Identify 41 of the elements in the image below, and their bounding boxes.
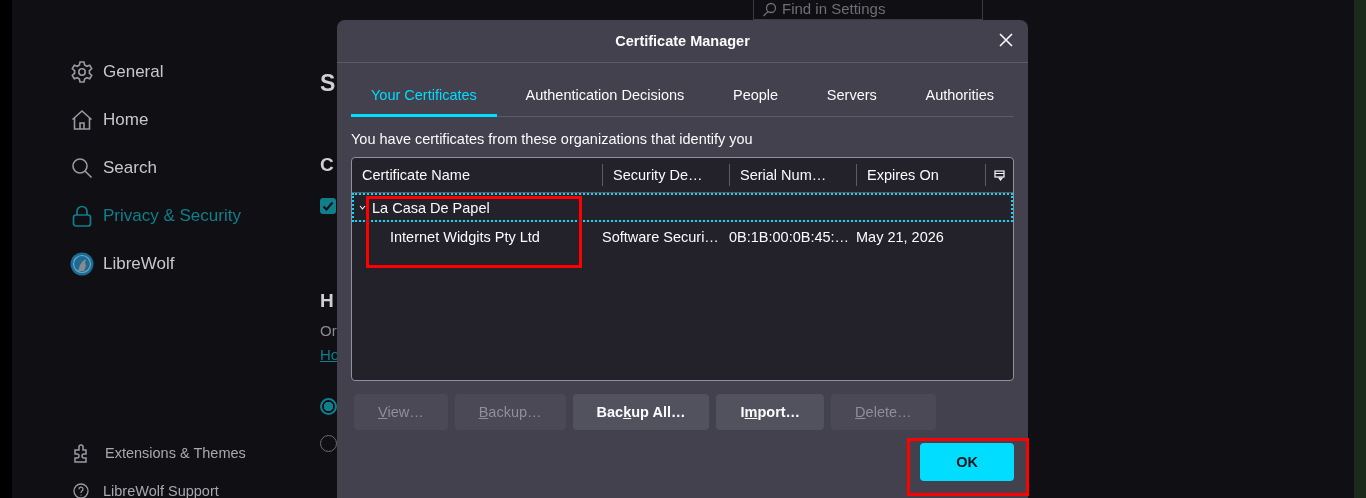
column-header[interactable]: Security De… — [602, 164, 729, 186]
action-button[interactable]: Backup All… — [572, 394, 710, 430]
wolf-logo-icon — [70, 252, 94, 276]
lock-icon — [70, 204, 94, 228]
tab[interactable]: Authorities — [905, 77, 1014, 117]
table-cell-text: Software Securi… — [602, 229, 720, 245]
sidebar-item[interactable]: General — [70, 58, 272, 86]
radio-button[interactable] — [320, 398, 337, 415]
gear-icon — [70, 60, 94, 84]
sidebar-link[interactable]: Extensions & Themes — [70, 442, 272, 464]
tab[interactable]: Authentication Decisions — [505, 77, 705, 117]
column-picker-icon[interactable] — [994, 169, 1005, 181]
tab[interactable]: Your Certificates — [351, 77, 497, 117]
action-button[interactable]: Import… — [716, 394, 825, 430]
tab[interactable]: People — [713, 77, 799, 117]
section-subheading: C — [320, 154, 334, 177]
tree-row[interactable]: La Casa De Papel — [352, 193, 1013, 222]
section-heading: S — [320, 70, 336, 98]
tree-group-label: La Casa De Papel — [372, 199, 490, 216]
column-header[interactable]: Certificate Name — [352, 164, 602, 186]
ok-button[interactable]: OK — [920, 443, 1014, 481]
table-cell-text: Internet Widgits Pty Ltd — [389, 229, 541, 245]
table-cell-text: 0B:1B:00:0B:45:… — [729, 229, 851, 245]
sidebar-item[interactable]: LibreWolf — [70, 250, 272, 278]
description-text: Or — [320, 322, 337, 341]
home-icon — [70, 108, 94, 132]
checkbox[interactable] — [320, 198, 336, 214]
column-header[interactable]: Serial Num… — [729, 164, 856, 186]
dialog-title: Certificate Manager — [615, 33, 750, 49]
column-header[interactable]: Expires On — [856, 164, 985, 186]
help-icon — [73, 483, 89, 498]
sidebar-item[interactable]: Privacy & Security — [70, 202, 272, 230]
description-text: You have certificates from these organizations that identify you — [351, 131, 754, 147]
section-subheading: H — [320, 290, 334, 313]
tab[interactable]: Servers — [806, 77, 897, 117]
sidebar-item[interactable]: Home — [70, 106, 272, 134]
chevron-down-icon[interactable] — [358, 203, 367, 212]
search-icon — [762, 2, 777, 17]
sidebar-item[interactable]: Search — [70, 154, 272, 182]
table-cell-text: May 21, 2026 — [856, 229, 945, 245]
search-icon — [70, 156, 94, 180]
